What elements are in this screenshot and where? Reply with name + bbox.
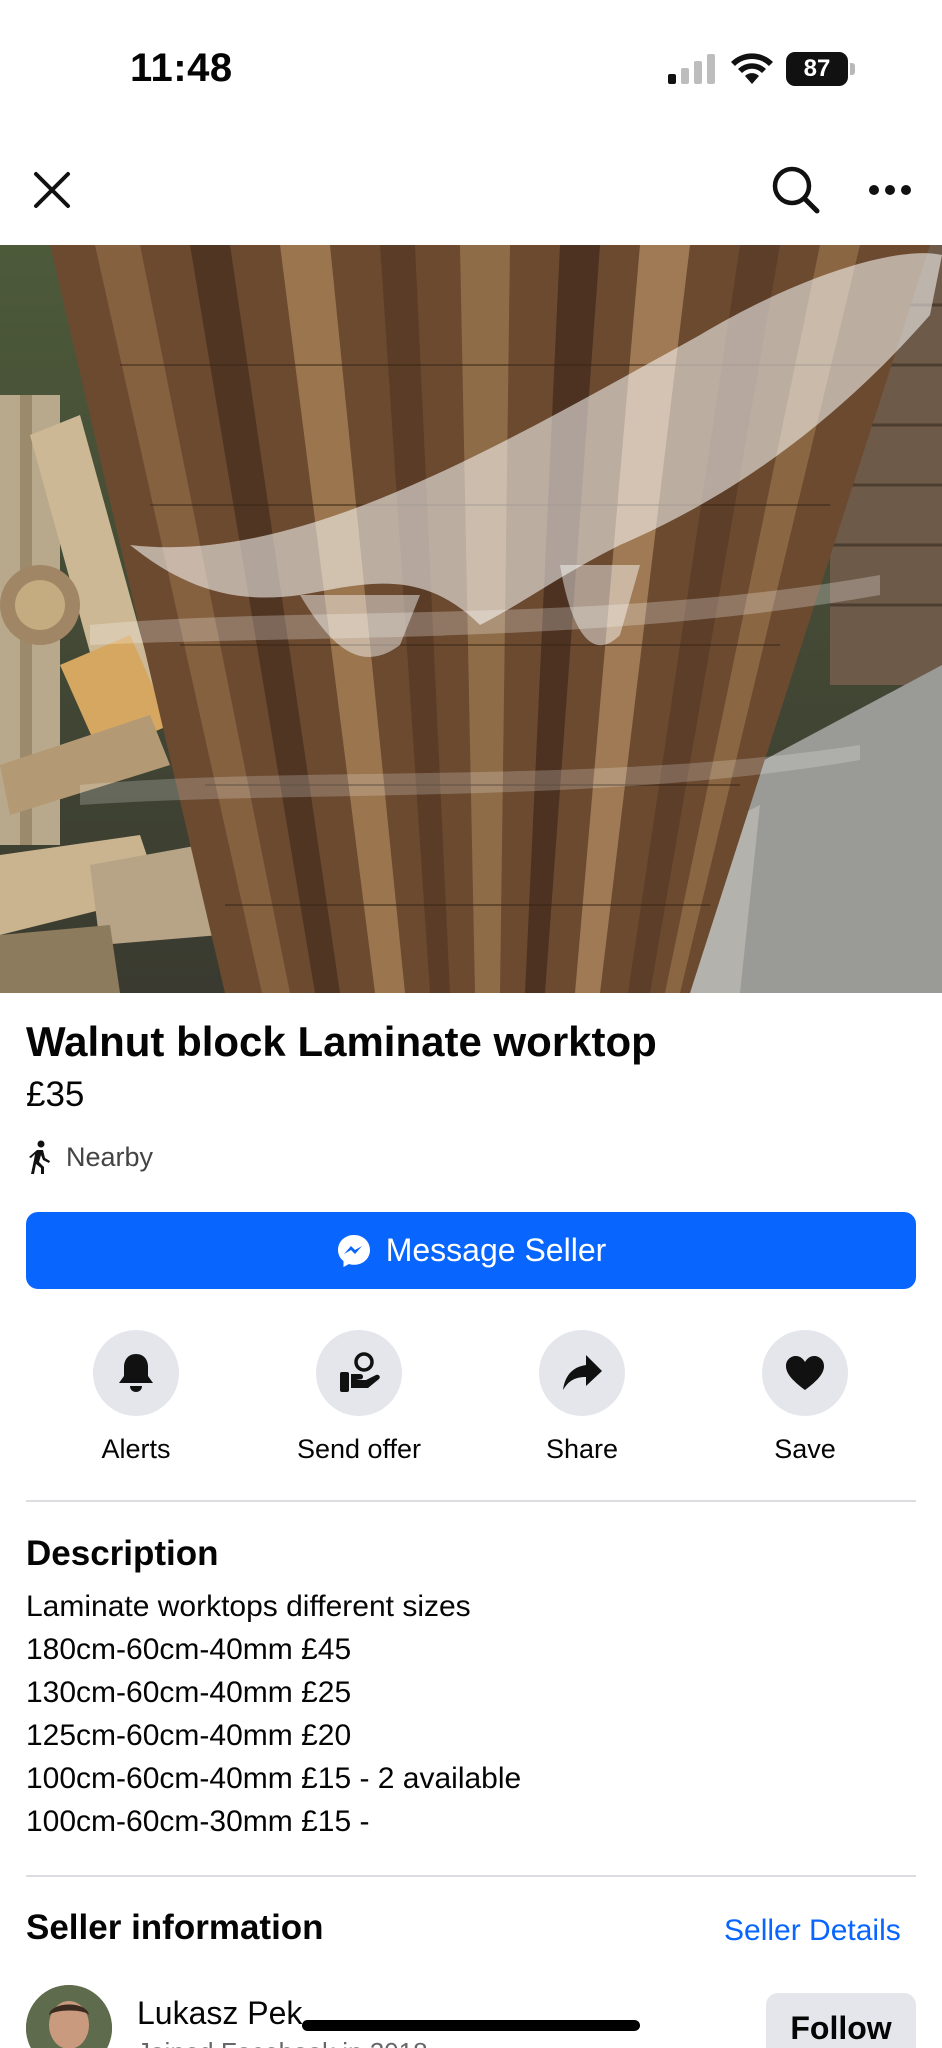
listing-title: Walnut block Laminate worktop [26,1018,657,1065]
listing-photo[interactable] [0,245,942,993]
location-label: Nearby [66,1141,154,1172]
seller-row: Lukasz Pek Joined Facebook in 2018 Follo… [26,1985,916,2048]
send-offer-label: Send offer [296,1434,422,1464]
alerts-circle [93,1330,179,1416]
close-button[interactable] [12,150,92,230]
search-icon [772,166,820,214]
wifi-icon [731,53,773,84]
message-seller-label: Message Seller [385,1232,607,1268]
save-circle [762,1330,848,1416]
status-time: 11:48 [130,46,233,90]
more-icon [869,185,911,195]
location-row: Nearby [26,1140,153,1174]
seller-joined: Joined Facebook in 2018 [137,2037,428,2048]
follow-button[interactable]: Follow [766,1993,916,2048]
battery-icon: 87 [786,52,856,86]
divider [26,1875,916,1877]
home-indicator [302,2020,640,2031]
description-line: 100cm-60cm-40mm £15 - 2 available [26,1762,522,1795]
action-row: Alerts Send offer Share Save [26,1330,916,1470]
messenger-icon [337,1234,370,1267]
description-line: 100cm-60cm-30mm £15 - [26,1805,370,1838]
walking-person-icon [29,1140,50,1174]
send-offer-circle [316,1330,402,1416]
close-icon [34,172,70,208]
description-line: Laminate worktops different sizes [26,1590,471,1623]
offer-icon [340,1352,380,1392]
share-button[interactable]: Share [482,1330,682,1465]
alerts-button[interactable]: Alerts [36,1330,236,1465]
description-line: 180cm-60cm-40mm £45 [26,1633,352,1666]
seller-details-link[interactable]: Seller Details [724,1914,901,1948]
share-label: Share [545,1434,619,1464]
top-nav [0,150,942,245]
search-button[interactable] [756,150,836,230]
seller-name[interactable]: Lukasz Pek [137,1995,302,2032]
more-options-button[interactable] [850,150,930,230]
heart-icon [786,1356,824,1390]
description-line: 130cm-60cm-40mm £25 [26,1676,352,1709]
divider [26,1500,916,1502]
alerts-label: Alerts [101,1434,171,1464]
seller-information-title: Seller information [26,1908,324,1947]
send-offer-button[interactable]: Send offer [259,1330,459,1465]
save-label: Save [774,1434,836,1464]
description-title: Description [26,1534,219,1573]
listing-price: £35 [26,1075,85,1114]
share-icon [563,1355,602,1390]
bell-icon [119,1354,153,1392]
cellular-signal-icon [668,54,715,84]
save-button[interactable]: Save [705,1330,905,1465]
description-line: 125cm-60cm-40mm £20 [26,1719,352,1752]
avatar[interactable] [26,1985,112,2048]
battery-level: 87 [786,52,848,86]
description-body: Laminate worktops different sizes 180cm-… [26,1585,521,1843]
message-seller-button[interactable]: Message Seller [26,1212,916,1289]
status-bar: 11:48 87 [0,0,942,135]
share-circle [539,1330,625,1416]
